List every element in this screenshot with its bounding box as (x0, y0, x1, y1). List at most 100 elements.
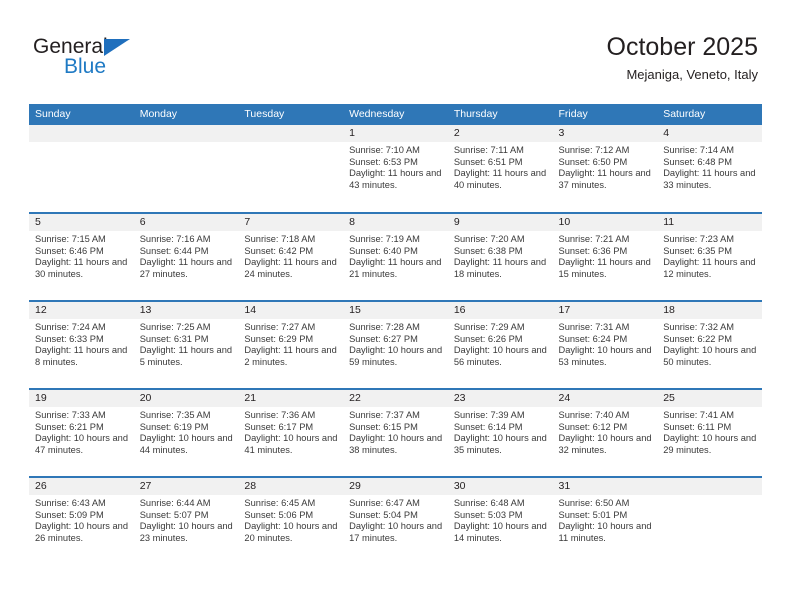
calendar-body: 1 Sunrise: 7:10 AM Sunset: 6:53 PM Daylight… (29, 125, 762, 565)
day-cell-inner: 29 Sunrise: 6:47 AM Sunset: 5:04 PM Dayligh… (343, 478, 448, 565)
daylight-text: Daylight: 10 hours and 41 minutes. (244, 433, 338, 455)
sunset-text: Sunset: 6:29 PM (244, 333, 314, 344)
weekday-header-row: Sunday Monday Tuesday Wednesday Thursday… (29, 104, 762, 125)
day-cell-details: Sunrise: 7:16 AM Sunset: 6:44 PM Daylight:… (134, 231, 239, 280)
daylight-text: Daylight: 11 hours and 12 minutes. (663, 257, 756, 279)
day-cell-details: Sunrise: 6:50 AM Sunset: 5:01 PM Daylight:… (553, 495, 658, 544)
day-cell-details: Sunrise: 7:33 AM Sunset: 6:21 PM Daylight:… (29, 407, 134, 456)
sunset-text: Sunset: 6:11 PM (663, 421, 732, 432)
sunset-text: Sunset: 6:24 PM (558, 333, 628, 344)
calendar-day-cell[interactable]: 17 Sunrise: 7:31 AM Sunset: 6:24 PM Dayligh… (552, 300, 658, 389)
day-cell-details: Sunrise: 7:18 AM Sunset: 6:42 PM Daylight:… (238, 231, 343, 280)
day-cell-inner: 15 Sunrise: 7:28 AM Sunset: 6:27 PM Dayligh… (343, 302, 448, 388)
calendar-day-cell[interactable]: 6 Sunrise: 7:16 AM Sunset: 6:44 PM Daylight… (133, 212, 239, 301)
calendar-day-cell[interactable]: 25 Sunrise: 7:41 AM Sunset: 6:11 PM Dayligh… (657, 388, 762, 477)
day-cell-details: Sunrise: 7:27 AM Sunset: 6:29 PM Daylight:… (238, 319, 343, 368)
calendar-day-cell[interactable]: 22 Sunrise: 7:37 AM Sunset: 6:15 PM Dayligh… (343, 388, 448, 477)
calendar-day-cell[interactable]: 2 Sunrise: 7:11 AM Sunset: 6:51 PM Daylight… (447, 125, 553, 213)
calendar-day-cell[interactable]: 24 Sunrise: 7:40 AM Sunset: 6:12 PM Dayligh… (552, 388, 658, 477)
calendar-day-cell[interactable]: 8 Sunrise: 7:19 AM Sunset: 6:40 PM Daylight… (343, 212, 448, 301)
daylight-text: Daylight: 11 hours and 40 minutes. (453, 168, 547, 190)
day-cell-details: Sunrise: 6:47 AM Sunset: 5:04 PM Daylight:… (343, 495, 448, 544)
calendar-day-cell[interactable]: 30 Sunrise: 6:48 AM Sunset: 5:03 PM Dayligh… (447, 476, 553, 565)
day-number: 30 (447, 478, 553, 495)
day-cell-details: Sunrise: 7:20 AM Sunset: 6:38 PM Daylight:… (448, 231, 553, 280)
calendar-day-cell[interactable]: 15 Sunrise: 7:28 AM Sunset: 6:27 PM Dayligh… (343, 300, 448, 389)
sunset-text: Sunset: 5:06 PM (244, 509, 314, 520)
daylight-text: Daylight: 11 hours and 37 minutes. (558, 168, 651, 190)
calendar-day-cell[interactable]: 29 Sunrise: 6:47 AM Sunset: 5:04 PM Dayligh… (343, 476, 448, 565)
calendar-table: Sunday Monday Tuesday Wednesday Thursday… (29, 104, 762, 565)
sunrise-text: Sunrise: 7:24 AM (35, 322, 106, 332)
calendar-day-cell[interactable]: 26 Sunrise: 6:43 AM Sunset: 5:09 PM Dayligh… (29, 476, 134, 565)
day-cell-inner: 5 Sunrise: 7:15 AM Sunset: 6:46 PM Daylight… (29, 214, 134, 300)
calendar-day-cell[interactable]: 31 Sunrise: 6:50 AM Sunset: 5:01 PM Dayligh… (552, 476, 658, 565)
sunrise-text: Sunrise: 7:31 AM (558, 322, 630, 332)
calendar-day-cell[interactable]: 21 Sunrise: 7:36 AM Sunset: 6:17 PM Dayligh… (238, 388, 344, 477)
day-cell-inner: 3 Sunrise: 7:12 AM Sunset: 6:50 PM Daylight… (552, 125, 658, 212)
weekday-header-saturday: Saturday (657, 104, 762, 125)
day-number: 17 (552, 302, 658, 319)
calendar-day-cell[interactable]: 20 Sunrise: 7:35 AM Sunset: 6:19 PM Dayligh… (133, 388, 239, 477)
sunrise-text: Sunrise: 7:14 AM (663, 145, 735, 155)
calendar-day-cell[interactable]: 27 Sunrise: 6:44 AM Sunset: 5:07 PM Dayligh… (133, 476, 239, 565)
daylight-text: Daylight: 11 hours and 24 minutes. (244, 257, 337, 279)
sunrise-text: Sunrise: 6:43 AM (35, 498, 106, 508)
calendar-day-cell[interactable]: 28 Sunrise: 6:45 AM Sunset: 5:06 PM Dayligh… (238, 476, 344, 565)
sunrise-text: Sunrise: 7:32 AM (663, 322, 735, 332)
calendar-day-cell[interactable]: 5 Sunrise: 7:15 AM Sunset: 6:46 PM Daylight… (29, 212, 134, 301)
page-subtitle-location: Mejaniga, Veneto, Italy (626, 67, 758, 82)
calendar-day-cell[interactable]: 14 Sunrise: 7:27 AM Sunset: 6:29 PM Dayligh… (238, 300, 344, 389)
calendar-day-cell[interactable]: 23 Sunrise: 7:39 AM Sunset: 6:14 PM Dayligh… (447, 388, 553, 477)
calendar-day-cell[interactable]: 18 Sunrise: 7:32 AM Sunset: 6:22 PM Dayligh… (657, 300, 762, 389)
calendar-day-cell[interactable]: 12 Sunrise: 7:24 AM Sunset: 6:33 PM Dayligh… (29, 300, 134, 389)
general-blue-logo[interactable]: General Blue (33, 36, 233, 86)
day-number: 23 (447, 390, 553, 407)
sunrise-text: Sunrise: 6:44 AM (139, 498, 211, 508)
day-cell-details: Sunrise: 7:29 AM Sunset: 6:26 PM Daylight:… (448, 319, 553, 368)
day-cell-details: Sunrise: 7:23 AM Sunset: 6:35 PM Daylight:… (657, 231, 762, 280)
day-cell-inner (29, 125, 134, 212)
daylight-text: Daylight: 10 hours and 38 minutes. (349, 433, 443, 455)
day-number: 12 (29, 302, 134, 319)
day-cell-details: Sunrise: 7:32 AM Sunset: 6:22 PM Daylight:… (657, 319, 762, 368)
calendar-day-cell[interactable]: 16 Sunrise: 7:29 AM Sunset: 6:26 PM Dayligh… (447, 300, 553, 389)
logo-triangle-icon (104, 39, 130, 56)
day-cell-inner: 18 Sunrise: 7:32 AM Sunset: 6:22 PM Dayligh… (657, 302, 762, 388)
sunrise-text: Sunrise: 7:36 AM (244, 410, 316, 420)
calendar-day-cell[interactable]: 9 Sunrise: 7:20 AM Sunset: 6:38 PM Daylight… (447, 212, 553, 301)
day-number (29, 125, 134, 142)
calendar-day-cell[interactable]: 19 Sunrise: 7:33 AM Sunset: 6:21 PM Dayligh… (29, 388, 134, 477)
daylight-text: Daylight: 10 hours and 50 minutes. (663, 345, 757, 367)
day-number: 4 (657, 125, 762, 142)
sunset-text: Sunset: 6:33 PM (35, 333, 104, 344)
daylight-text: Daylight: 10 hours and 23 minutes. (139, 521, 233, 543)
calendar-day-cell[interactable]: 7 Sunrise: 7:18 AM Sunset: 6:42 PM Daylight… (238, 212, 344, 301)
calendar-day-cell[interactable]: 10 Sunrise: 7:21 AM Sunset: 6:36 PM Dayligh… (552, 212, 658, 301)
day-number: 15 (343, 302, 448, 319)
calendar-day-cell[interactable]: 11 Sunrise: 7:23 AM Sunset: 6:35 PM Dayligh… (657, 212, 762, 301)
daylight-text: Daylight: 10 hours and 35 minutes. (453, 433, 547, 455)
calendar-page: General Blue October 2025 Mejaniga, Vene… (0, 0, 792, 612)
daylight-text: Daylight: 10 hours and 11 minutes. (558, 521, 652, 543)
day-cell-inner: 21 Sunrise: 7:36 AM Sunset: 6:17 PM Dayligh… (238, 390, 344, 476)
day-cell-details: Sunrise: 7:40 AM Sunset: 6:12 PM Daylight:… (553, 407, 658, 456)
calendar-day-cell[interactable]: 3 Sunrise: 7:12 AM Sunset: 6:50 PM Daylight… (552, 125, 658, 213)
day-cell-inner: 7 Sunrise: 7:18 AM Sunset: 6:42 PM Daylight… (238, 214, 344, 300)
day-cell-details: Sunrise: 7:14 AM Sunset: 6:48 PM Daylight:… (657, 142, 762, 191)
day-number: 8 (343, 214, 448, 231)
sunrise-text: Sunrise: 7:27 AM (244, 322, 316, 332)
calendar-day-cell[interactable]: 1 Sunrise: 7:10 AM Sunset: 6:53 PM Daylight… (343, 125, 448, 213)
day-cell-details: Sunrise: 7:15 AM Sunset: 6:46 PM Daylight:… (29, 231, 134, 280)
sunrise-text: Sunrise: 7:10 AM (349, 145, 420, 155)
daylight-text: Daylight: 10 hours and 26 minutes. (35, 521, 129, 543)
day-number: 13 (133, 302, 239, 319)
day-cell-details: Sunrise: 7:10 AM Sunset: 6:53 PM Daylight:… (343, 142, 448, 191)
sunset-text: Sunset: 6:14 PM (453, 421, 523, 432)
sunrise-text: Sunrise: 7:37 AM (349, 410, 420, 420)
daylight-text: Daylight: 11 hours and 15 minutes. (558, 257, 651, 279)
calendar-day-cell[interactable]: 4 Sunrise: 7:14 AM Sunset: 6:48 PM Daylight… (657, 125, 762, 213)
day-cell-details: Sunrise: 7:25 AM Sunset: 6:31 PM Daylight:… (134, 319, 239, 368)
calendar-day-cell[interactable]: 13 Sunrise: 7:25 AM Sunset: 6:31 PM Dayligh… (133, 300, 239, 389)
title-block: October 2025 Mejaniga, Veneto, Italy (607, 32, 759, 84)
